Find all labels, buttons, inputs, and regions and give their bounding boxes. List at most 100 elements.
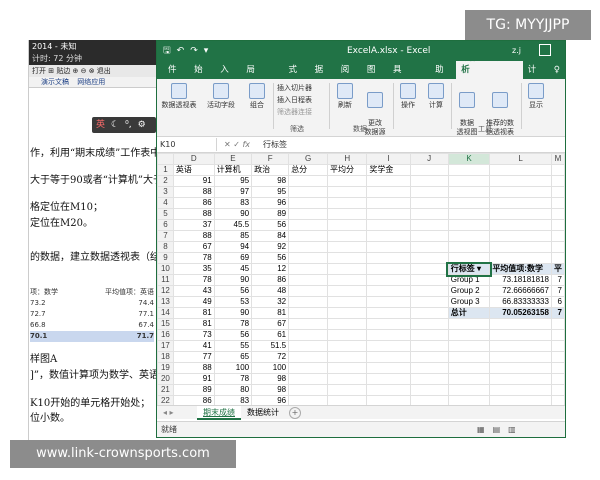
cell[interactable] bbox=[550, 340, 565, 352]
cell[interactable] bbox=[409, 186, 449, 198]
cell[interactable]: 56 bbox=[213, 329, 253, 341]
cell[interactable]: 12 bbox=[251, 263, 290, 275]
cell[interactable] bbox=[447, 230, 491, 242]
cell[interactable] bbox=[327, 230, 368, 242]
row-header[interactable]: 21 bbox=[157, 384, 174, 396]
cell[interactable] bbox=[447, 384, 491, 396]
cell[interactable]: 37 bbox=[172, 219, 215, 231]
cell[interactable] bbox=[489, 230, 552, 242]
cell[interactable] bbox=[550, 208, 565, 220]
cell[interactable]: Group 2 bbox=[447, 285, 491, 297]
cell[interactable]: 61 bbox=[251, 329, 290, 341]
cell[interactable]: 94 bbox=[213, 241, 253, 253]
cell[interactable] bbox=[366, 186, 411, 198]
redo-icon[interactable]: ↷ bbox=[190, 46, 198, 56]
cell[interactable] bbox=[366, 351, 411, 363]
cell[interactable]: 78 bbox=[172, 274, 215, 286]
cell[interactable] bbox=[550, 384, 565, 396]
cell[interactable] bbox=[288, 329, 329, 341]
cell[interactable] bbox=[288, 373, 329, 385]
cell[interactable]: 51.5 bbox=[251, 340, 290, 352]
cell[interactable] bbox=[447, 340, 491, 352]
cell[interactable] bbox=[327, 241, 368, 253]
cell[interactable] bbox=[327, 373, 368, 385]
cell[interactable]: 88 bbox=[172, 186, 215, 198]
cell[interactable] bbox=[409, 384, 449, 396]
cell[interactable] bbox=[550, 186, 565, 198]
column-header[interactable]: F bbox=[251, 153, 290, 165]
cell[interactable] bbox=[366, 230, 411, 242]
add-sheet-icon[interactable]: + bbox=[289, 406, 301, 419]
cell[interactable] bbox=[489, 241, 552, 253]
cell[interactable] bbox=[409, 263, 449, 275]
cell[interactable]: 56 bbox=[213, 285, 253, 297]
row-header[interactable]: 19 bbox=[157, 362, 174, 374]
row-header[interactable]: 17 bbox=[157, 340, 174, 352]
cell[interactable] bbox=[366, 329, 411, 341]
cell[interactable] bbox=[489, 384, 552, 396]
cell[interactable]: 41 bbox=[172, 340, 215, 352]
row-header[interactable]: 7 bbox=[157, 230, 174, 242]
cell[interactable] bbox=[288, 208, 329, 220]
cell[interactable] bbox=[409, 351, 449, 363]
cell[interactable] bbox=[366, 373, 411, 385]
cell[interactable] bbox=[366, 252, 411, 264]
cell[interactable]: 48 bbox=[251, 285, 290, 297]
cell[interactable] bbox=[366, 175, 411, 187]
cell[interactable] bbox=[409, 241, 449, 253]
cell[interactable] bbox=[409, 230, 449, 242]
cell[interactable]: 69 bbox=[213, 252, 253, 264]
cell[interactable] bbox=[327, 318, 368, 330]
cell[interactable]: 35 bbox=[172, 263, 215, 275]
cell[interactable] bbox=[550, 373, 565, 385]
cell[interactable] bbox=[288, 296, 329, 308]
cell[interactable] bbox=[409, 307, 449, 319]
cell[interactable] bbox=[489, 219, 552, 231]
row-header[interactable]: 6 bbox=[157, 219, 174, 231]
cell[interactable]: 49 bbox=[172, 296, 215, 308]
cell[interactable] bbox=[409, 296, 449, 308]
cell[interactable] bbox=[327, 252, 368, 264]
row-header[interactable]: 2 bbox=[157, 175, 174, 187]
cell[interactable]: 88 bbox=[172, 362, 215, 374]
row-header[interactable]: 13 bbox=[157, 296, 174, 308]
cell[interactable] bbox=[489, 351, 552, 363]
cell[interactable]: 平均值项:数学 bbox=[489, 263, 552, 275]
cell[interactable]: 90 bbox=[213, 274, 253, 286]
cell[interactable]: 89 bbox=[172, 384, 215, 396]
cell[interactable]: 56 bbox=[251, 252, 290, 264]
cell[interactable] bbox=[409, 285, 449, 297]
cell[interactable]: 计算机 bbox=[213, 164, 253, 176]
cell[interactable] bbox=[550, 175, 565, 187]
cell[interactable] bbox=[489, 318, 552, 330]
refresh-button[interactable]: 刷新 bbox=[333, 83, 357, 110]
cell[interactable] bbox=[409, 252, 449, 264]
row-header[interactable]: 3 bbox=[157, 186, 174, 198]
cell[interactable] bbox=[288, 263, 329, 275]
cell[interactable] bbox=[366, 285, 411, 297]
cell[interactable] bbox=[447, 164, 491, 176]
cell[interactable] bbox=[288, 252, 329, 264]
cell[interactable]: 总计 bbox=[447, 307, 491, 319]
filter-connections-button[interactable]: 筛选器连接 bbox=[277, 107, 312, 117]
column-header[interactable]: K bbox=[447, 153, 491, 165]
cell[interactable]: 67 bbox=[251, 318, 290, 330]
cell[interactable] bbox=[288, 186, 329, 198]
row-header[interactable]: 12 bbox=[157, 285, 174, 297]
fx-icon[interactable]: ✕ ✓ fx bbox=[217, 140, 257, 149]
cell[interactable]: 95 bbox=[251, 186, 290, 198]
cell[interactable] bbox=[327, 208, 368, 220]
cell[interactable] bbox=[447, 318, 491, 330]
cell[interactable] bbox=[288, 340, 329, 352]
cell[interactable]: 55 bbox=[213, 340, 253, 352]
cell[interactable] bbox=[288, 307, 329, 319]
cell[interactable] bbox=[550, 219, 565, 231]
cell[interactable] bbox=[288, 384, 329, 396]
cell[interactable] bbox=[288, 285, 329, 297]
insert-slicer-button[interactable]: 插入切片器 bbox=[277, 83, 312, 93]
cell[interactable]: 90 bbox=[213, 208, 253, 220]
cell[interactable] bbox=[550, 362, 565, 374]
cell[interactable] bbox=[327, 296, 368, 308]
cell[interactable]: 91 bbox=[172, 373, 215, 385]
cell[interactable]: 73 bbox=[172, 329, 215, 341]
